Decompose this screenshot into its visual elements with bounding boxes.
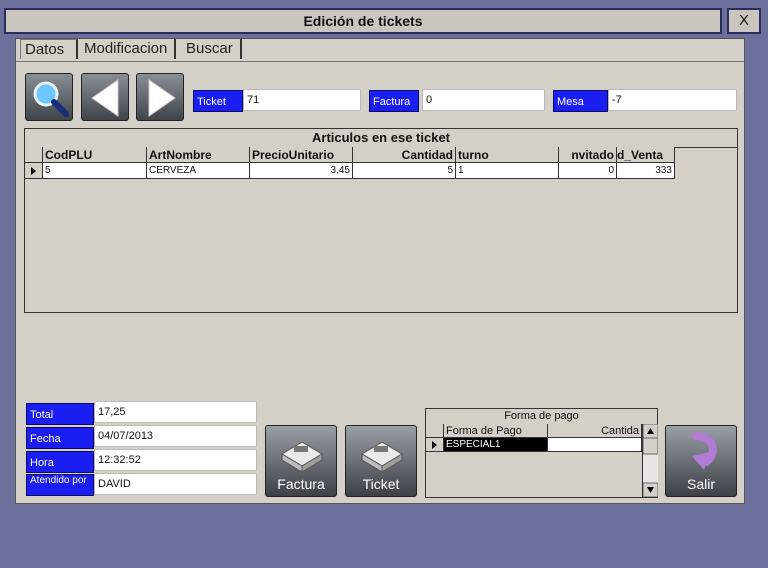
column-header-preciounitario[interactable]: PrecioUnitario xyxy=(250,147,353,163)
mesa-field[interactable]: -7 xyxy=(608,89,737,111)
column-header-invitado[interactable]: nvitado xyxy=(559,147,617,163)
payment-scrollbar[interactable] xyxy=(642,423,659,498)
payment-row-indicator xyxy=(426,438,444,452)
window-title: Edición de tickets xyxy=(303,13,423,29)
close-button[interactable]: X xyxy=(727,8,761,34)
factura-label: Factura xyxy=(369,90,419,112)
hora-label: Hora xyxy=(26,451,94,473)
magnifier-icon xyxy=(33,81,69,117)
window-titlebar: Edición de tickets xyxy=(4,8,722,34)
fecha-value: 04/07/2013 xyxy=(94,425,257,447)
atendido-label: Atendido por xyxy=(26,474,94,496)
column-header-id-venta[interactable]: d_Venta xyxy=(617,147,675,163)
next-button[interactable] xyxy=(136,73,184,121)
atendido-value: DAVID xyxy=(94,473,257,495)
column-header-cantidad-pago[interactable]: Cantida xyxy=(548,424,642,438)
row-indicator xyxy=(25,163,43,179)
payment-grid-title: Forma de pago xyxy=(426,409,657,425)
tab-buscar[interactable]: Buscar xyxy=(182,39,242,59)
ticket-button[interactable]: Ticket xyxy=(345,425,417,497)
hora-value: 12:32:52 xyxy=(94,449,257,471)
column-header-turno[interactable]: turno xyxy=(456,147,559,163)
cell-invitado[interactable]: 0 xyxy=(559,163,617,179)
triangle-right-icon xyxy=(432,441,437,449)
arrow-left-icon xyxy=(91,79,119,117)
mesa-label: Mesa xyxy=(553,90,608,112)
scroll-arrows-icon xyxy=(642,423,659,498)
cell-preciounitario[interactable]: 3,45 xyxy=(250,163,353,179)
exit-arrow-icon xyxy=(692,432,717,470)
column-header-cantidad[interactable]: Cantidad xyxy=(353,147,456,163)
salir-button-label: Salir xyxy=(686,476,715,492)
column-header-artnombre[interactable]: ArtNombre xyxy=(147,147,250,163)
cell-cantidad[interactable]: 5 xyxy=(353,163,456,179)
search-button[interactable] xyxy=(25,73,73,121)
cell-forma-de-pago[interactable]: ESPECIAL1 xyxy=(444,438,548,452)
cell-codplu[interactable]: 5 xyxy=(43,163,147,179)
ticket-field[interactable]: 71 xyxy=(243,89,361,111)
grid-header-corner xyxy=(25,147,43,163)
tab-modificacion[interactable]: Modificacion xyxy=(80,39,176,59)
main-panel: Datos Modificacion Buscar Ticket 71 Fact… xyxy=(15,38,745,504)
ticket-button-label: Ticket xyxy=(362,476,400,492)
total-value: 17,25 xyxy=(94,401,257,423)
cell-turno[interactable]: 1 xyxy=(456,163,559,179)
column-header-forma-de-pago[interactable]: Forma de Pago xyxy=(444,424,548,438)
factura-button[interactable]: Factura xyxy=(265,425,337,497)
cell-id-venta[interactable]: 333 xyxy=(617,163,675,179)
total-label: Total xyxy=(26,403,94,425)
printer-icon xyxy=(361,441,403,473)
printer-icon xyxy=(281,441,323,473)
articles-grid-title: Articulos en ese ticket xyxy=(25,129,737,148)
triangle-right-icon xyxy=(31,167,36,175)
factura-button-label: Factura xyxy=(277,476,325,492)
fecha-label: Fecha xyxy=(26,427,94,449)
factura-field[interactable]: 0 xyxy=(422,89,545,111)
previous-button[interactable] xyxy=(81,73,129,121)
payment-grid[interactable]: Forma de pago Forma de Pago Cantida ESPE… xyxy=(425,408,659,498)
ticket-label: Ticket xyxy=(193,90,243,112)
tab-divider xyxy=(16,61,744,62)
articles-grid[interactable]: Articulos en ese ticket CodPLU ArtNombre… xyxy=(24,128,738,313)
cell-cantidad-pago[interactable] xyxy=(548,438,642,452)
salir-button[interactable]: Salir xyxy=(665,425,737,497)
arrow-right-icon xyxy=(148,79,176,117)
cell-artnombre[interactable]: CERVEZA xyxy=(147,163,250,179)
tab-datos[interactable]: Datos xyxy=(20,39,78,59)
column-header-codplu[interactable]: CodPLU xyxy=(43,147,147,163)
payment-header-corner xyxy=(426,424,444,438)
